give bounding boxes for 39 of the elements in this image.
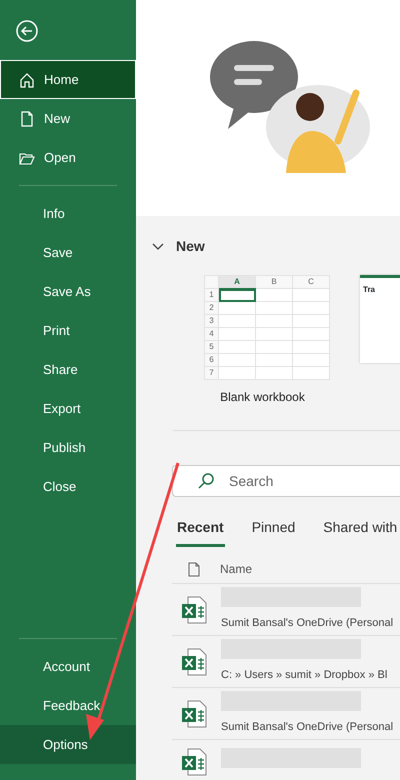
row-header: 3	[204, 314, 218, 328]
sidebar-item[interactable]: Close	[0, 467, 136, 506]
sidebar-item[interactable]: Print	[0, 311, 136, 350]
file-row[interactable]: Sumit Bansal's OneDrive (Personal	[172, 687, 400, 739]
sidebar-item[interactable]: Home	[0, 60, 136, 99]
file-location: C: » Users » sumit » Dropbox » Bl	[221, 669, 388, 682]
row-header: 2	[204, 302, 218, 314]
file-row[interactable]: C: » Users » sumit » Dropbox » Bl	[172, 635, 400, 687]
row-header: 5	[204, 340, 218, 354]
search-field[interactable]: Search	[172, 465, 400, 497]
sidebar-item[interactable]: Publish	[0, 428, 136, 467]
sidebar-item[interactable]: Open	[0, 138, 136, 177]
sidebar-item[interactable]: Export	[0, 389, 136, 428]
template-thumbnail[interactable]: Tra	[360, 275, 400, 363]
file-location: Sumit Bansal's OneDrive (Personal	[221, 617, 394, 630]
sidebar-item[interactable]: Save	[0, 233, 136, 272]
row-header: 7	[204, 366, 218, 380]
tab[interactable]: Recent	[176, 513, 225, 547]
sidebar-item[interactable]: Options	[0, 725, 136, 764]
row-header: 4	[204, 328, 218, 340]
sidebar-item[interactable]: Account	[0, 647, 136, 686]
column-header: A	[218, 276, 256, 288]
tab[interactable]: Pinned	[250, 513, 296, 547]
spreadsheet-thumbnail[interactable]: A B C 1 2 3 4 5 6 7	[204, 275, 330, 380]
sidebar-item[interactable]: Save As	[0, 272, 136, 311]
sidebar-item[interactable]: Feedback	[0, 686, 136, 725]
column-header: B	[256, 276, 292, 288]
tab[interactable]: Shared with	[322, 513, 398, 547]
column-header: C	[292, 276, 330, 288]
template-label: Blank workbook	[219, 389, 306, 406]
sidebar-item[interactable]: Share	[0, 350, 136, 389]
sidebar-item[interactable]: New	[0, 99, 136, 138]
file-row[interactable]: Sumit Bansal's OneDrive (Personal	[172, 583, 400, 635]
row-header: 6	[204, 354, 218, 366]
row-header: 1	[204, 288, 218, 302]
file-location: Sumit Bansal's OneDrive (Personal	[221, 721, 394, 734]
section-title: New	[176, 237, 205, 256]
column-header: Name	[220, 561, 252, 578]
sidebar-item[interactable]: Info	[0, 194, 136, 233]
